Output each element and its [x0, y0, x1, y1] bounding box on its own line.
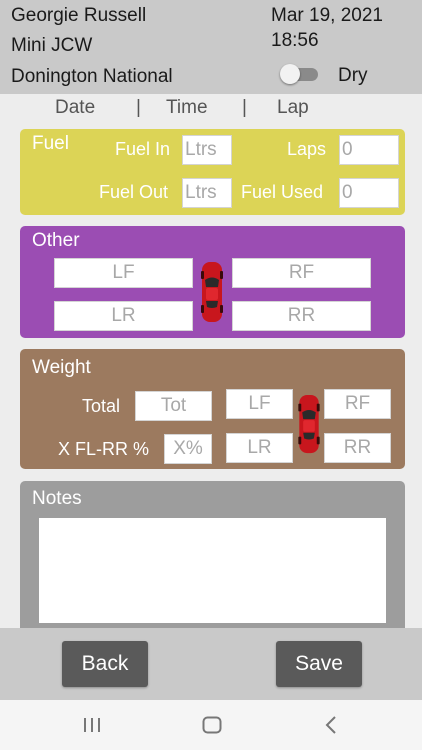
back-button[interactable]: Back — [62, 641, 148, 687]
notes-textarea[interactable] — [39, 518, 386, 623]
weight-rr-input[interactable]: RR — [324, 433, 391, 463]
time-column-header[interactable]: Time — [166, 97, 208, 119]
cross-weight-label: X FL-RR % — [58, 439, 150, 459]
fuel-panel-title: Fuel — [32, 133, 69, 154]
column-separator: | — [136, 97, 141, 118]
fuel-panel: Fuel Fuel In Ltrs Laps 0 Fuel Out Ltrs F… — [20, 129, 405, 215]
home-icon[interactable] — [202, 716, 222, 734]
driver-name[interactable]: Georgie Russell — [11, 5, 146, 27]
action-footer: Back Save — [0, 628, 422, 700]
other-panel: Other LF RF LR RR — [20, 226, 405, 338]
toggle-thumb — [280, 64, 300, 84]
notes-panel: Notes — [20, 481, 405, 628]
column-separator: | — [242, 97, 247, 118]
fuel-used-input[interactable]: 0 — [339, 178, 399, 208]
car-name[interactable]: Mini JCW — [11, 35, 92, 57]
fuel-out-input[interactable]: Ltrs — [182, 178, 232, 208]
cross-weight-input[interactable]: X% — [164, 434, 212, 464]
dry-wet-toggle[interactable] — [280, 64, 320, 84]
weight-panel: Weight Total Tot X FL-RR % X% LF RF LR R… — [20, 349, 405, 469]
session-time[interactable]: 18:56 — [271, 30, 319, 52]
fuel-in-label: Fuel In — [115, 139, 171, 159]
laps-label: Laps — [287, 139, 327, 159]
date-column-header[interactable]: Date — [55, 97, 95, 119]
lap-column-header[interactable]: Lap — [277, 97, 309, 119]
weight-lf-input[interactable]: LF — [226, 389, 293, 419]
session-header: Georgie Russell Mini JCW Donington Natio… — [0, 0, 422, 94]
session-date[interactable]: Mar 19, 2021 — [271, 5, 383, 27]
system-navigation-bar — [0, 700, 422, 750]
fuel-used-label: Fuel Used — [241, 182, 324, 202]
fuel-out-label: Fuel Out — [99, 182, 169, 202]
back-icon[interactable] — [325, 716, 337, 734]
other-lr-input[interactable]: LR — [54, 301, 193, 331]
other-lf-input[interactable]: LF — [54, 258, 193, 288]
notes-panel-title: Notes — [32, 488, 82, 509]
car-top-view-icon — [201, 262, 223, 322]
other-rf-input[interactable]: RF — [232, 258, 371, 288]
save-button[interactable]: Save — [276, 641, 362, 687]
track-name[interactable]: Donington National — [11, 66, 173, 88]
other-rr-input[interactable]: RR — [232, 301, 371, 331]
recents-icon[interactable] — [83, 717, 101, 733]
fuel-in-input[interactable]: Ltrs — [182, 135, 232, 165]
weight-rf-input[interactable]: RF — [324, 389, 391, 419]
condition-label: Dry — [338, 65, 368, 86]
total-weight-label: Total — [82, 396, 121, 416]
laps-input[interactable]: 0 — [339, 135, 399, 165]
weight-panel-title: Weight — [32, 357, 91, 378]
car-top-view-icon — [298, 394, 320, 454]
other-panel-title: Other — [32, 230, 80, 251]
total-weight-input[interactable]: Tot — [135, 391, 212, 421]
weight-lr-input[interactable]: LR — [226, 433, 293, 463]
